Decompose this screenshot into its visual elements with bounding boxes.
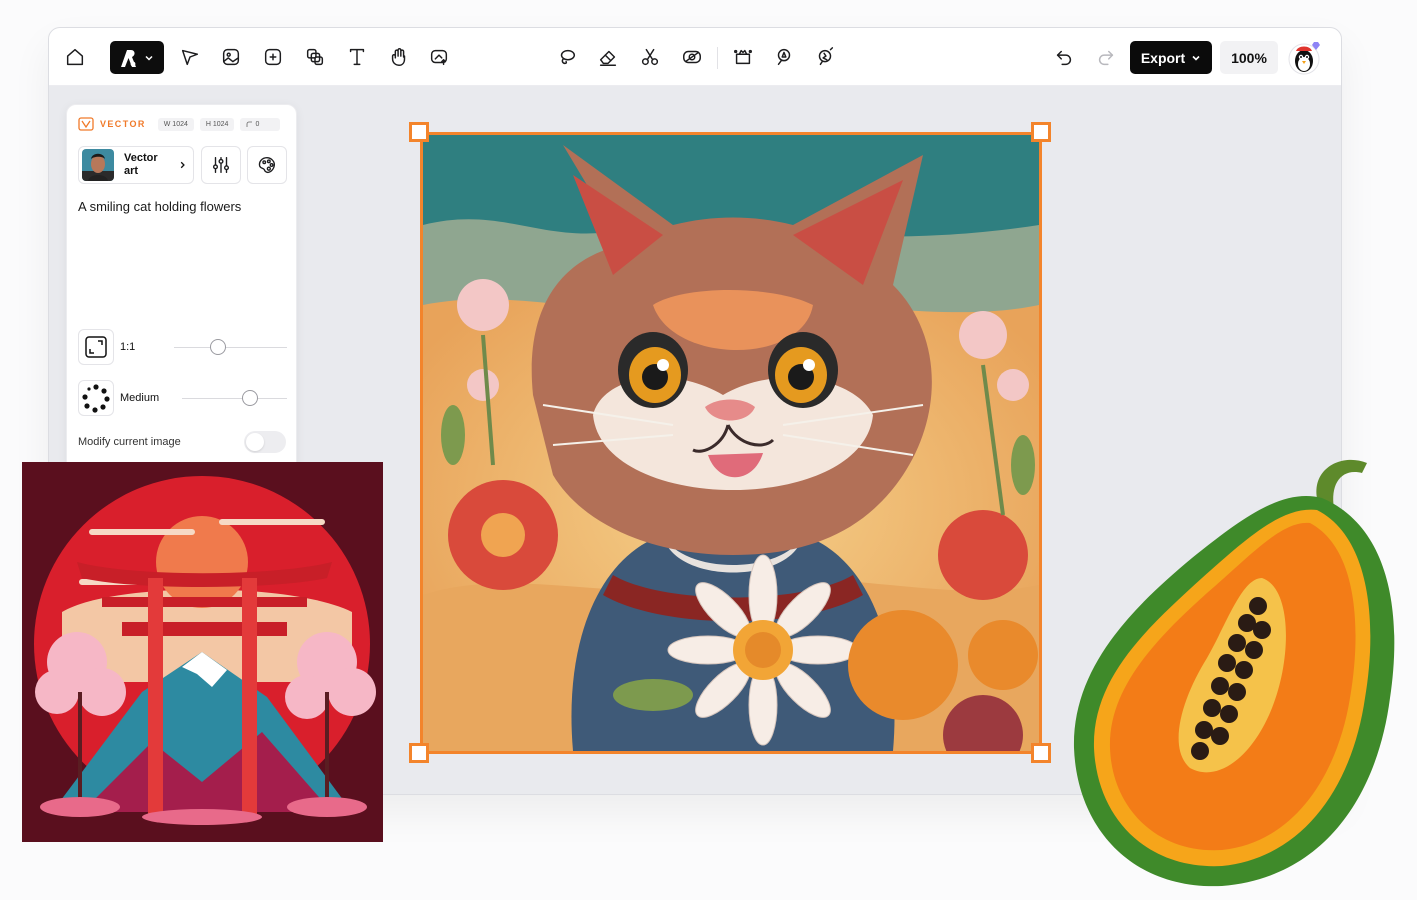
prompt-text[interactable]: A smiling cat holding flowers (78, 199, 241, 214)
height-chip[interactable]: H 1024 (199, 117, 235, 131)
scissors-icon[interactable] (636, 43, 664, 71)
corner-radius-chip[interactable]: 0 (240, 117, 281, 131)
home-icon[interactable] (61, 43, 89, 71)
palette-button[interactable] (247, 146, 287, 184)
canvas-image[interactable] (420, 132, 1042, 775)
panel-header: VECTOR W 1024 H 1024 0 (78, 116, 281, 132)
style-name: Vector art (124, 152, 158, 177)
papaya-illustration (1072, 438, 1402, 890)
layers-icon[interactable] (301, 43, 329, 71)
aspect-ratio-row: 1:1 (78, 329, 287, 365)
vector-mode-icon (78, 117, 94, 131)
chevron-right-icon (180, 161, 185, 169)
brand-logo-icon (121, 49, 136, 67)
image-upload-icon[interactable] (425, 43, 453, 71)
expand-icon[interactable] (729, 43, 757, 71)
adjustments-button[interactable] (201, 146, 241, 184)
corner-value: 0 (255, 120, 260, 128)
corner-icon (247, 121, 253, 127)
eraser-icon[interactable] (594, 43, 622, 71)
image-icon[interactable] (217, 43, 245, 71)
remove-bg-icon[interactable] (678, 43, 706, 71)
aspect-ratio-label: 1:1 (120, 341, 136, 353)
resize-handle-bottom-right[interactable] (1031, 743, 1051, 763)
hand-icon[interactable] (385, 43, 413, 71)
sliders-icon (212, 156, 230, 174)
resize-handle-top-right[interactable] (1031, 122, 1051, 142)
strength-slider-knob[interactable] (242, 390, 259, 406)
text-icon[interactable] (343, 43, 371, 71)
modify-current-image-toggle[interactable] (244, 431, 286, 453)
resize-handle-bottom-left[interactable] (409, 743, 429, 763)
user-avatar[interactable] (1287, 38, 1323, 76)
generation-panel: VECTOR W 1024 H 1024 0 Vector art A smil… (66, 104, 297, 474)
aspect-ratio-slider-knob[interactable] (210, 339, 227, 355)
torii-gate-illustration (22, 462, 383, 842)
strength-label: Medium (120, 392, 160, 404)
aspect-ratio-icon (78, 329, 114, 365)
style-selector[interactable]: Vector art (78, 146, 194, 184)
undo-icon[interactable] (1050, 43, 1078, 71)
brand-menu-button[interactable] (110, 41, 164, 74)
mode-label: VECTOR (100, 119, 146, 129)
inpaint-icon[interactable] (770, 43, 798, 71)
modify-current-image-label: Modify current image (78, 436, 181, 448)
export-button[interactable]: Export (1130, 41, 1212, 74)
redo-icon[interactable] (1092, 43, 1120, 71)
dots-circle-icon (78, 380, 114, 416)
image-edit-icon[interactable] (259, 43, 287, 71)
width-chip[interactable]: W 1024 (157, 117, 194, 131)
palette-icon (258, 156, 276, 174)
resize-handle-top-left[interactable] (409, 122, 429, 142)
select-arrow-icon[interactable] (176, 43, 204, 71)
zoom-level[interactable]: 100% (1220, 41, 1278, 74)
toolbar: Export 100% (49, 28, 1341, 86)
export-label: Export (1140, 49, 1186, 66)
lasso-icon[interactable] (553, 43, 581, 71)
strength-row: Medium (78, 380, 287, 416)
chevron-down-icon (145, 55, 153, 61)
brush-magic-icon[interactable] (811, 43, 839, 71)
toolbar-divider (717, 47, 718, 69)
style-thumbnail (82, 149, 114, 181)
cat-illustration (423, 135, 1039, 775)
strength-slider[interactable] (182, 398, 287, 399)
aspect-ratio-slider[interactable] (174, 347, 287, 348)
chevron-down-icon (1192, 55, 1200, 61)
